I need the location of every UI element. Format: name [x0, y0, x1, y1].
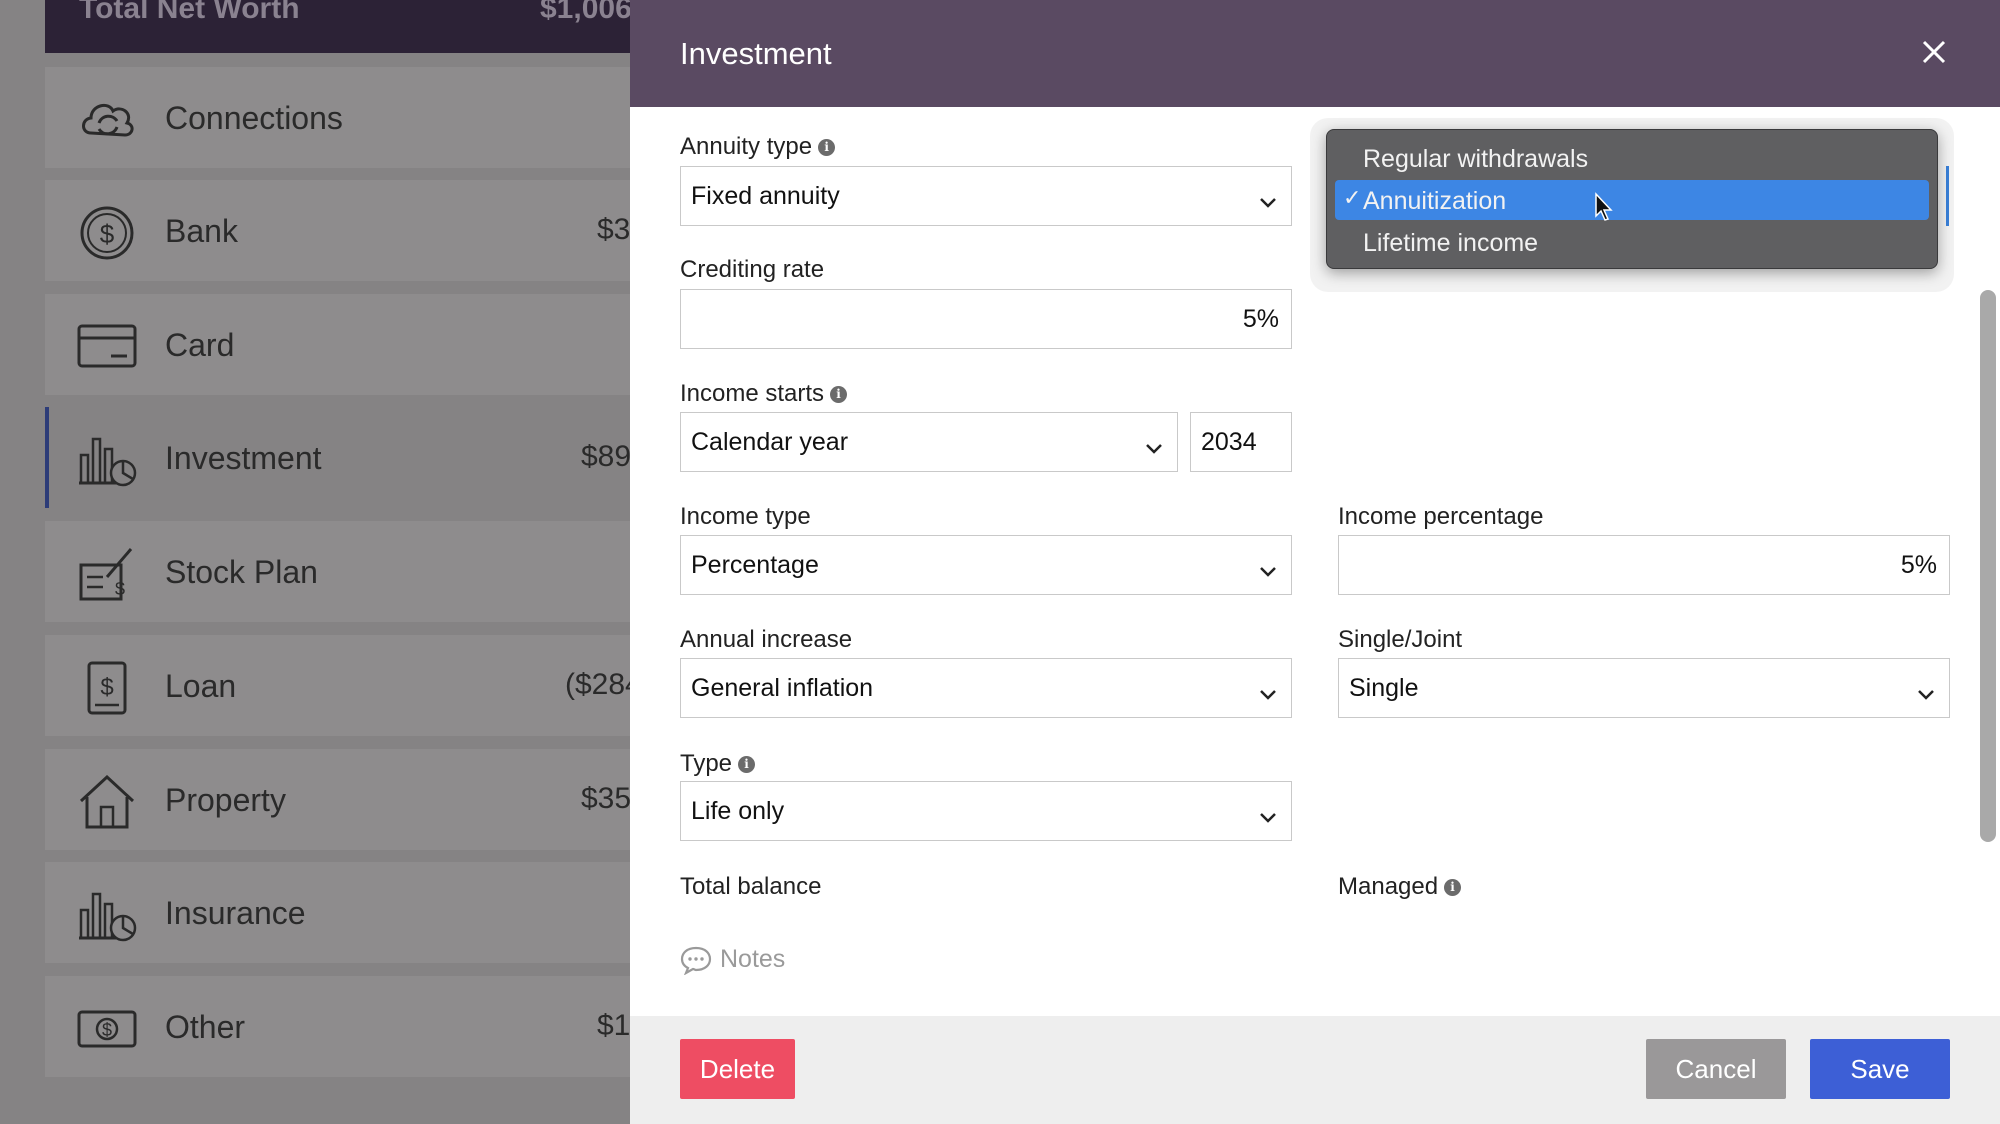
notes-link[interactable]: Notes — [680, 945, 786, 976]
svg-text:$: $ — [100, 674, 113, 701]
sidebar-item-label: Other — [165, 1009, 246, 1045]
sidebar-item-amount: $89 — [581, 440, 632, 473]
delete-button[interactable]: Delete — [680, 1039, 795, 1099]
cancel-button[interactable]: Cancel — [1646, 1039, 1786, 1099]
type-select[interactable]: Life only — [680, 781, 1292, 841]
income-type-label: Income type — [680, 503, 811, 530]
annual-increase-label: Annual increase — [680, 626, 853, 653]
chevron-down-icon — [1259, 802, 1277, 823]
sidebar-item-label: Stock Plan — [165, 554, 318, 590]
income-starts-label: Income starts i — [680, 380, 848, 408]
type-label: Type i — [680, 750, 756, 778]
svg-text:$: $ — [100, 219, 115, 249]
speech-bubble-icon — [680, 945, 720, 976]
sidebar-item-property[interactable]: Property $35 — [45, 749, 645, 850]
income-percentage-label: Income percentage — [1338, 503, 1544, 530]
banknote-icon: $ — [77, 1002, 137, 1056]
net-worth-label: Total Net Worth — [79, 0, 300, 25]
chevron-down-icon — [1259, 679, 1277, 700]
credit-card-icon — [77, 320, 137, 374]
dollar-coin-icon: $ — [77, 206, 137, 260]
close-icon[interactable] — [1920, 38, 1948, 66]
income-starts-select[interactable]: Calendar year — [680, 412, 1178, 472]
bar-chart-pie-icon — [77, 888, 137, 942]
annuity-type-select[interactable]: Fixed annuity — [680, 166, 1292, 226]
sidebar-item-card[interactable]: Card — [45, 294, 645, 395]
single-joint-select[interactable]: Single — [1338, 658, 1950, 718]
sidebar-item-investment[interactable]: Investment $89 — [45, 407, 645, 508]
info-icon[interactable]: i — [738, 756, 756, 774]
modal-footer — [630, 1016, 2000, 1124]
info-icon[interactable]: i — [830, 386, 848, 404]
chevron-down-icon — [1917, 679, 1935, 700]
sidebar-item-label: Property — [165, 782, 286, 818]
withdrawal-type-dropdown[interactable]: Regular withdrawals ✓ Annuitization Life… — [1326, 129, 1938, 269]
total-balance-label: Total balance — [680, 873, 822, 900]
svg-text:$: $ — [102, 1020, 112, 1040]
sidebar-item-amount: $3 — [597, 213, 631, 246]
save-button[interactable]: Save — [1810, 1039, 1950, 1099]
sidebar-item-label: Investment — [165, 440, 322, 476]
sidebar-item-label: Insurance — [165, 895, 306, 931]
income-type-select[interactable]: Percentage — [680, 535, 1292, 595]
sidebar-item-bank[interactable]: $ Bank $3 — [45, 180, 645, 281]
sidebar-item-insurance[interactable]: Insurance — [45, 862, 645, 963]
modal-title: Investment — [680, 36, 832, 71]
annual-increase-select[interactable]: General inflation — [680, 658, 1292, 718]
loan-document-icon: $ — [77, 661, 137, 715]
net-worth-value: $1,006 — [540, 0, 632, 25]
sidebar-item-loan[interactable]: $ Loan ($284 — [45, 635, 645, 736]
sidebar-item-stock-plan[interactable]: $ Stock Plan — [45, 521, 645, 622]
annuity-type-label: Annuity type i — [680, 133, 836, 161]
sidebar-item-label: Card — [165, 327, 235, 363]
stock-certificate-icon: $ — [77, 547, 137, 601]
income-percentage-input[interactable]: 5% — [1338, 535, 1950, 595]
chevron-down-icon — [1259, 556, 1277, 577]
managed-label: Managed i — [1338, 873, 1462, 901]
scrollbar[interactable] — [1980, 290, 1996, 842]
info-icon[interactable]: i — [818, 139, 836, 157]
bar-chart-pie-icon — [77, 433, 137, 487]
cloud-sync-icon — [77, 93, 137, 147]
net-worth-bar: Total Net Worth $1,006 — [45, 0, 645, 53]
single-joint-label: Single/Joint — [1338, 626, 1463, 653]
crediting-rate-input[interactable]: 5% — [680, 289, 1292, 349]
dropdown-option-annuitization[interactable]: ✓ Annuitization — [1335, 180, 1929, 220]
notes-label: Notes — [720, 945, 786, 973]
sidebar-item-label: Connections — [165, 100, 343, 136]
checkmark-icon: ✓ — [1343, 186, 1362, 211]
sidebar-item-label: Bank — [165, 213, 238, 249]
chevron-down-icon — [1259, 187, 1277, 208]
info-icon[interactable]: i — [1444, 879, 1462, 897]
mouse-cursor-icon — [1594, 192, 1614, 222]
sidebar-item-other[interactable]: $ Other $1 — [45, 976, 645, 1077]
house-icon — [77, 774, 137, 829]
modal-header: Investment — [630, 0, 2000, 107]
sidebar-item-amount: $1 — [597, 1009, 631, 1042]
crediting-rate-label: Crediting rate — [680, 256, 825, 283]
dropdown-option-regular-withdrawals[interactable]: Regular withdrawals — [1335, 138, 1929, 178]
svg-text:$: $ — [115, 579, 125, 599]
sidebar-item-connections[interactable]: Connections — [45, 67, 645, 168]
dropdown-option-lifetime-income[interactable]: Lifetime income — [1335, 222, 1929, 262]
sidebar-item-amount: $35 — [581, 782, 632, 815]
sidebar-item-label: Loan — [165, 668, 237, 704]
income-start-year-input[interactable]: 2034 — [1190, 412, 1292, 472]
chevron-down-icon — [1145, 433, 1163, 454]
background-sidebar: Total Net Worth $1,006 Connections $ Ban… — [0, 0, 645, 1124]
